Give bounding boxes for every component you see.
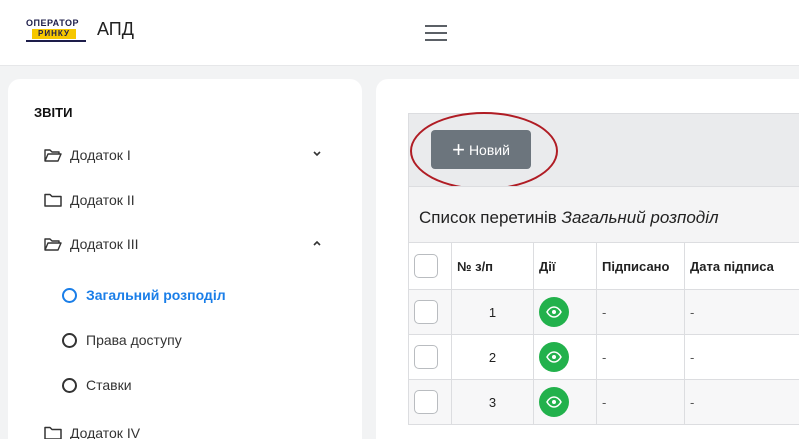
table-row[interactable]: 3 - -	[408, 379, 799, 425]
column-header-signed[interactable]: Підписано	[596, 242, 685, 290]
new-button-label: Новий	[468, 141, 510, 158]
sidebar-item-dodatok-3[interactable]: Додаток III	[44, 232, 324, 256]
operator-rynku-logo[interactable]: ОПЕРАТОР РИНКУ	[26, 18, 86, 46]
list-subtitle: Загальний розподіл	[561, 208, 719, 227]
row-select-cell	[408, 379, 452, 425]
folder-open-icon	[44, 238, 62, 251]
row-select-cell	[408, 289, 452, 335]
column-header-actions[interactable]: Дії	[533, 242, 597, 290]
row-signed-date: -	[684, 334, 799, 380]
logo-text-line2: РИНКУ	[32, 29, 76, 39]
sidebar-item-label: Додаток III	[70, 236, 139, 252]
list-title-text: Список перетинів	[419, 208, 557, 227]
row-actions-cell	[533, 379, 597, 425]
view-button[interactable]	[539, 297, 569, 327]
chevron-up-icon[interactable]	[310, 236, 324, 250]
select-all-checkbox[interactable]	[414, 254, 438, 278]
view-button[interactable]	[539, 342, 569, 372]
radio-circle-icon	[62, 332, 77, 348]
sidebar-item-dodatok-4[interactable]: Додаток IV	[44, 421, 324, 439]
sidebar-item-dodatok-1[interactable]: Додаток I	[44, 143, 324, 167]
sidebar-subitem-stavky[interactable]: Ставки	[62, 373, 302, 397]
sidebar-subitem-label: Ставки	[86, 377, 132, 393]
folder-open-icon	[44, 149, 62, 162]
eye-icon	[546, 351, 562, 363]
row-signed: -	[596, 289, 685, 335]
folder-icon	[44, 193, 62, 207]
row-signed: -	[596, 334, 685, 380]
radio-circle-icon	[62, 377, 77, 393]
sidebar-subitem-zahalnyi-rozpodil[interactable]: Загальний розподіл	[62, 283, 302, 307]
sidebar-item-label: Додаток I	[70, 147, 131, 163]
row-actions-cell	[533, 334, 597, 380]
top-header: ОПЕРАТОР РИНКУ АПД	[0, 0, 799, 66]
app-title: АПД	[97, 19, 134, 39]
row-actions-cell	[533, 289, 597, 335]
row-number: 3	[451, 379, 534, 425]
table-header-row: № з/п Дії Підписано Дата підписа	[408, 242, 799, 290]
sidebar-item-label: Додаток II	[70, 192, 135, 208]
row-checkbox[interactable]	[414, 300, 438, 324]
row-number: 2	[451, 334, 534, 380]
plus-icon: +	[452, 136, 465, 162]
radio-circle-icon	[62, 287, 77, 303]
select-all-cell	[408, 242, 452, 290]
sidebar-subitem-label: Загальний розподіл	[86, 287, 226, 303]
folder-icon	[44, 426, 62, 439]
column-header-number[interactable]: № з/п	[451, 242, 534, 290]
table-row[interactable]: 2 - -	[408, 334, 799, 380]
menu-toggle-icon[interactable]	[425, 25, 447, 41]
sidebar-subitem-label: Права доступу	[86, 332, 182, 348]
sidebar-section-title: ЗВІТИ	[34, 105, 73, 120]
row-signed-date: -	[684, 289, 799, 335]
table-row[interactable]: 1 - -	[408, 289, 799, 335]
chevron-down-icon[interactable]	[310, 147, 324, 161]
view-button[interactable]	[539, 387, 569, 417]
list-title: Список перетинів Загальний розподіл	[408, 186, 799, 242]
row-checkbox[interactable]	[414, 345, 438, 369]
row-signed-date: -	[684, 379, 799, 425]
new-button[interactable]: + Новий	[431, 130, 531, 169]
row-number: 1	[451, 289, 534, 335]
column-header-signed-date[interactable]: Дата підписа	[684, 242, 799, 290]
eye-icon	[546, 396, 562, 408]
sidebar-item-label: Додаток IV	[70, 425, 141, 439]
row-checkbox[interactable]	[414, 390, 438, 414]
sidebar-subitem-prava-dostupu[interactable]: Права доступу	[62, 328, 302, 352]
row-select-cell	[408, 334, 452, 380]
row-signed: -	[596, 379, 685, 425]
logo-underline	[26, 40, 86, 44]
crossings-table: № з/п Дії Підписано Дата підписа 1 - - 2	[408, 242, 799, 425]
eye-icon	[546, 306, 562, 318]
sidebar-item-dodatok-2[interactable]: Додаток II	[44, 188, 324, 212]
